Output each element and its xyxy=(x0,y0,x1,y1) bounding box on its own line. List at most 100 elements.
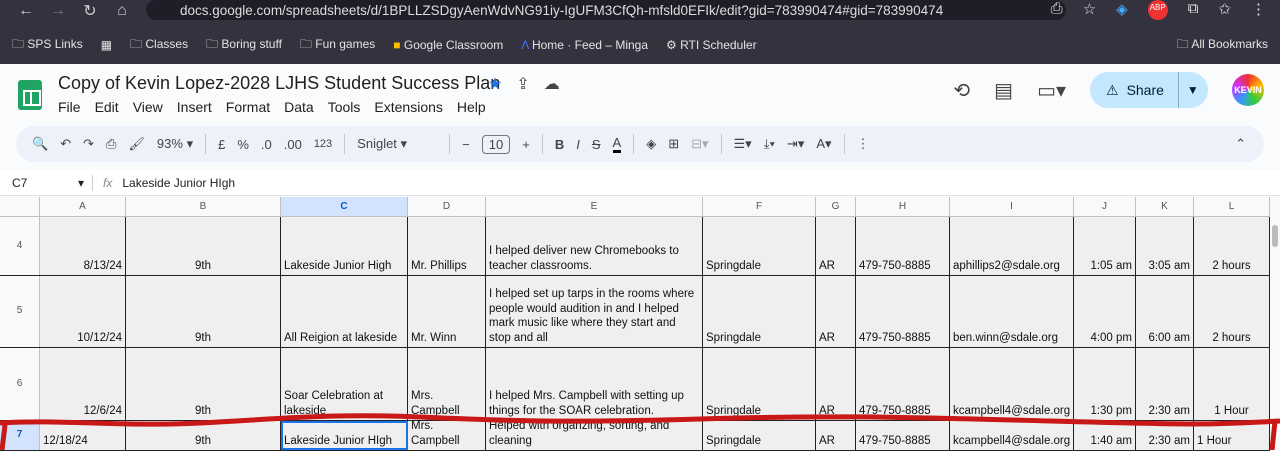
cell-j6[interactable]: 1:30 pm xyxy=(1074,348,1136,420)
cell-h4[interactable]: 479-750-8885 xyxy=(856,217,950,275)
cell-d5[interactable]: Mr. Winn xyxy=(408,276,486,347)
decrease-decimal-button[interactable]: .0 xyxy=(261,137,272,152)
text-wrap-icon[interactable]: ⇥▾ xyxy=(787,136,804,152)
menu-help[interactable]: Help xyxy=(457,99,486,115)
font-size-decrease-icon[interactable]: − xyxy=(462,137,470,152)
text-color-icon[interactable]: A xyxy=(612,135,622,153)
cell-k7[interactable]: 2:30 am xyxy=(1136,421,1194,450)
cell-g6[interactable]: AR xyxy=(816,348,856,420)
back-icon[interactable]: ← xyxy=(10,2,42,20)
column-header-d[interactable]: D xyxy=(408,197,486,216)
cell-b6[interactable]: 9th xyxy=(126,348,281,420)
extensions-icon[interactable]: ⧉ xyxy=(1188,0,1199,20)
cell-c6[interactable]: Soar Celebration at lakeside xyxy=(281,348,408,420)
merge-cells-icon[interactable]: ⊟▾ xyxy=(691,136,708,152)
cell-i4[interactable]: aphillips2@sdale.org xyxy=(950,217,1074,275)
cell-k4[interactable]: 3:05 am xyxy=(1136,217,1194,275)
font-size-input[interactable]: 10 xyxy=(481,134,511,154)
all-bookmarks[interactable]: 🗀 All Bookmarks xyxy=(1177,35,1280,56)
spreadsheet-grid[interactable]: ABCDEFGHIJKL 4 8/13/24 9th Lakeside Junior … xyxy=(0,197,1270,451)
cell-e4[interactable]: I helped deliver new Chromebooks to teac… xyxy=(486,217,703,275)
cell-g4[interactable]: AR xyxy=(816,217,856,275)
increase-decimal-button[interactable]: .00 xyxy=(284,137,302,152)
cell-c4[interactable]: Lakeside Junior High xyxy=(281,217,408,275)
cell-a7[interactable]: 12/18/24 xyxy=(40,421,126,450)
cell-b4[interactable]: 9th xyxy=(126,217,281,275)
install-icon[interactable]: ⎙ xyxy=(1051,0,1063,20)
paint-format-icon[interactable]: 🖌 xyxy=(128,136,145,152)
percent-button[interactable]: % xyxy=(237,137,249,152)
fill-color-icon[interactable]: ◈ xyxy=(646,136,656,152)
menu-extensions[interactable]: Extensions xyxy=(374,99,442,115)
column-header-a[interactable]: A xyxy=(40,197,126,216)
cell-b7[interactable]: 9th xyxy=(126,421,281,450)
cell-i7[interactable]: kcampbell4@sdale.org xyxy=(950,421,1074,450)
row-header[interactable]: 6 xyxy=(0,348,40,420)
cell-d4[interactable]: Mr. Phillips xyxy=(408,217,486,275)
cell-h7[interactable]: 479-750-8885 xyxy=(856,421,950,450)
column-header-g[interactable]: G xyxy=(816,197,856,216)
cell-d6[interactable]: Mrs. Campbell xyxy=(408,348,486,420)
more-options-icon[interactable]: ⋮ xyxy=(857,136,870,152)
cell-b5[interactable]: 9th xyxy=(126,276,281,347)
row-header[interactable]: 7 xyxy=(0,421,40,450)
cell-f5[interactable]: Springdale xyxy=(703,276,816,347)
cell-d7[interactable]: Mrs. Campbell xyxy=(408,421,486,450)
menu-edit[interactable]: Edit xyxy=(95,99,119,115)
cell-f4[interactable]: Springdale xyxy=(703,217,816,275)
bookmark-sps-links[interactable]: 🗀 SPS Links xyxy=(12,35,83,56)
bookmark-minga[interactable]: Λ Home · Feed – Minga xyxy=(521,38,648,52)
cell-k6[interactable]: 2:30 am xyxy=(1136,348,1194,420)
share-button[interactable]: ⚠ Share ▼ xyxy=(1090,72,1208,108)
column-header-b[interactable]: B xyxy=(126,197,281,216)
comments-icon[interactable]: ▤ xyxy=(994,78,1013,103)
bookmarks-star-icon[interactable]: ✩ xyxy=(1218,0,1231,20)
font-select[interactable]: Sniglet ▾ xyxy=(357,136,437,152)
menu-view[interactable]: View xyxy=(133,99,163,115)
reload-icon[interactable]: ↻ xyxy=(74,1,106,21)
cell-a4[interactable]: 8/13/24 xyxy=(40,217,126,275)
name-box[interactable]: C7 ▾ xyxy=(0,176,92,190)
bold-icon[interactable]: B xyxy=(555,137,564,152)
version-history-icon[interactable]: ⟲ xyxy=(953,78,970,103)
menu-data[interactable]: Data xyxy=(284,99,314,115)
search-menus-icon[interactable]: 🔍 xyxy=(32,136,48,152)
cell-h5[interactable]: 479-750-8885 xyxy=(856,276,950,347)
currency-button[interactable]: £ xyxy=(218,137,225,152)
extension-shield-icon[interactable]: ◈ xyxy=(1116,0,1128,20)
cell-g5[interactable]: AR xyxy=(816,276,856,347)
cell-h6[interactable]: 479-750-8885 xyxy=(856,348,950,420)
cell-j4[interactable]: 1:05 am xyxy=(1074,217,1136,275)
cell-l6[interactable]: 1 Hour xyxy=(1194,348,1270,420)
number-format-button[interactable]: 123 xyxy=(314,138,332,150)
meet-icon[interactable]: ▭▾ xyxy=(1037,78,1066,103)
bookmark-boring-stuff[interactable]: 🗀 Boring stuff xyxy=(206,35,282,56)
column-header-c[interactable]: C xyxy=(281,197,408,216)
cloud-saved-icon[interactable]: ☁ xyxy=(544,74,560,94)
cell-e5[interactable]: I helped set up tarps in the rooms where… xyxy=(486,276,703,347)
avatar[interactable]: KEVIN xyxy=(1232,74,1264,106)
cell-k5[interactable]: 6:00 am xyxy=(1136,276,1194,347)
vertical-scrollbar[interactable] xyxy=(1270,197,1280,450)
row-header[interactable]: 4 xyxy=(0,217,40,275)
column-header-j[interactable]: J xyxy=(1074,197,1136,216)
move-folder-icon[interactable]: ⇪ xyxy=(516,74,529,94)
column-header-l[interactable]: L xyxy=(1194,197,1270,216)
cell-l5[interactable]: 2 hours xyxy=(1194,276,1270,347)
column-header-i[interactable]: I xyxy=(950,197,1074,216)
cell-j5[interactable]: 4:00 pm xyxy=(1074,276,1136,347)
bookmark-fun-games[interactable]: 🗀 Fun games xyxy=(300,35,375,56)
address-bar[interactable]: docs.google.com/spreadsheets/d/1BPLLZSDg… xyxy=(146,0,1066,20)
cell-a6[interactable]: 12/6/24 xyxy=(40,348,126,420)
row-header[interactable]: 5 xyxy=(0,276,40,347)
share-dropdown-icon[interactable]: ▼ xyxy=(1179,83,1199,97)
menu-insert[interactable]: Insert xyxy=(177,99,212,115)
zoom-select[interactable]: 93% ▾ xyxy=(157,136,193,152)
column-header-k[interactable]: K xyxy=(1136,197,1194,216)
sheets-logo-icon[interactable] xyxy=(18,80,42,110)
column-header-f[interactable]: F xyxy=(703,197,816,216)
home-icon[interactable]: ⌂ xyxy=(106,2,138,20)
cell-i6[interactable]: kcampbell4@sdale.org xyxy=(950,348,1074,420)
cell-f6[interactable]: Springdale xyxy=(703,348,816,420)
cell-g7[interactable]: AR xyxy=(816,421,856,450)
